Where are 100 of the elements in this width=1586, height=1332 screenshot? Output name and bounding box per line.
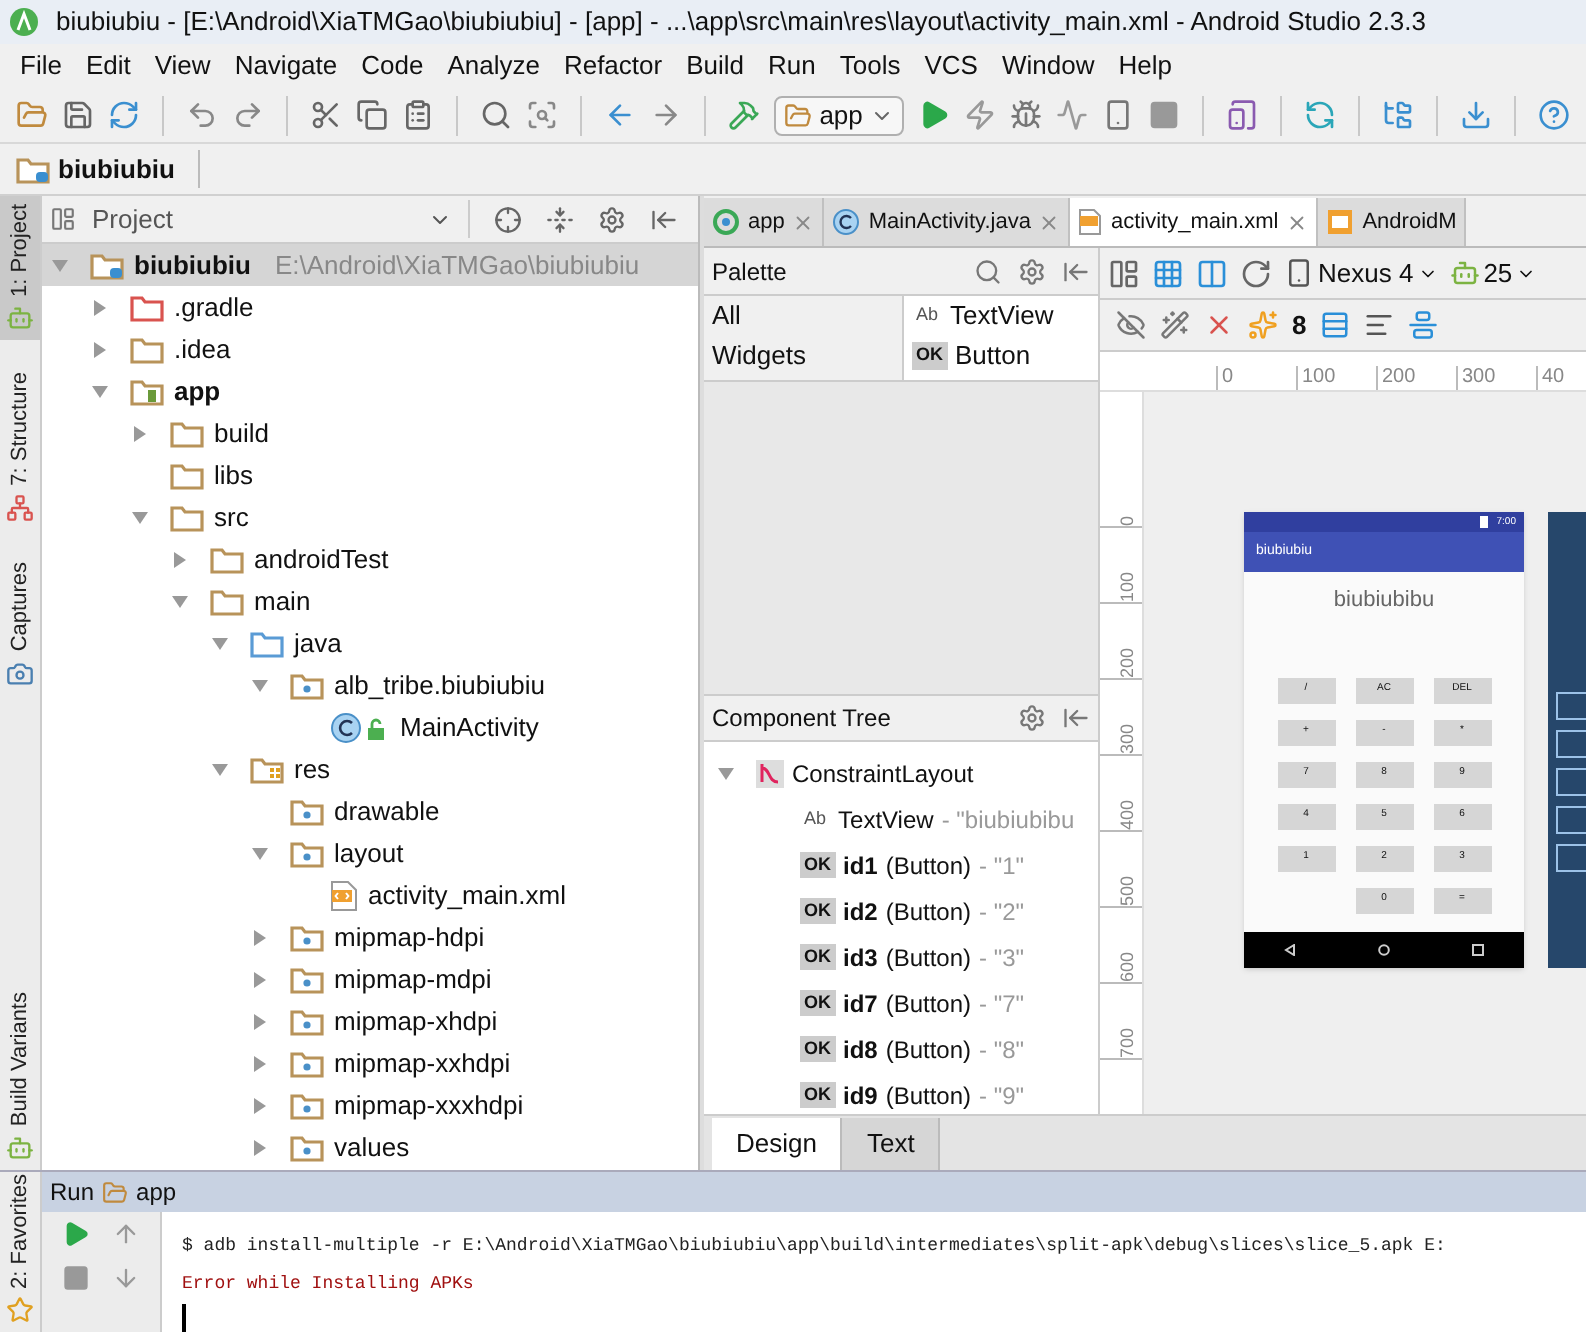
tree-item[interactable]: .idea xyxy=(42,328,698,370)
expand-arrow-icon[interactable] xyxy=(90,381,110,401)
tree-item[interactable]: mipmap-xxhdpi xyxy=(42,1042,698,1084)
device-dropdown[interactable]: Nexus 4 xyxy=(1284,253,1438,293)
editor-tab[interactable]: activity_main.xml xyxy=(1070,198,1319,246)
tree-item[interactable]: app xyxy=(42,370,698,412)
menu-item[interactable]: Navigate xyxy=(222,46,350,86)
tree-item[interactable]: mipmap-xxxhdpi xyxy=(42,1084,698,1126)
tree-item[interactable]: mipmap-mdpi xyxy=(42,958,698,1000)
tree-item[interactable]: Ab TextView - "biubiubibu xyxy=(704,796,1098,842)
close-icon[interactable] xyxy=(1286,211,1309,233)
editor-mode-tab[interactable]: Design xyxy=(712,1118,843,1170)
paste-icon[interactable] xyxy=(401,98,434,132)
expand-arrow-icon[interactable] xyxy=(210,759,230,779)
menu-item[interactable]: Edit xyxy=(73,46,143,86)
expand-arrow-icon[interactable] xyxy=(250,1011,270,1031)
breadcrumb-item[interactable]: biubiubiu xyxy=(16,149,201,189)
expand-arrow-icon[interactable] xyxy=(250,969,270,989)
tree-item[interactable]: main xyxy=(42,580,698,622)
tree-item[interactable]: OK id8 (Button) - "8" xyxy=(704,1026,1098,1072)
palette-item[interactable]: TextView xyxy=(950,296,1054,336)
sync-icon[interactable] xyxy=(108,98,140,132)
tree-item[interactable]: java xyxy=(42,622,698,664)
save-icon[interactable] xyxy=(62,98,94,132)
tool-window-tab[interactable]: Captures xyxy=(0,554,40,696)
menu-item[interactable]: Run xyxy=(756,46,828,86)
tree-item[interactable]: OK id9 (Button) - "9" xyxy=(704,1072,1098,1114)
hide-panel-icon[interactable] xyxy=(650,205,678,233)
run-config-dropdown[interactable]: app xyxy=(773,95,905,135)
settings-icon[interactable] xyxy=(598,205,626,233)
expand-arrow-icon[interactable] xyxy=(170,591,190,611)
tree-item[interactable]: OK id2 (Button) - "2" xyxy=(704,888,1098,934)
expand-arrow-icon[interactable] xyxy=(50,255,70,275)
menu-item[interactable]: File xyxy=(8,46,74,86)
search-icon[interactable] xyxy=(479,98,512,132)
device-icon[interactable] xyxy=(1102,98,1135,132)
menu-item[interactable]: Help xyxy=(1106,46,1184,86)
search-icon[interactable] xyxy=(974,257,1002,285)
expand-arrow-icon[interactable] xyxy=(130,507,150,527)
eye-off-icon[interactable] xyxy=(1116,310,1146,340)
run-icon[interactable] xyxy=(918,98,951,132)
tool-window-tab[interactable]: 7: Structure xyxy=(0,364,40,531)
menu-item[interactable]: Refactor xyxy=(551,46,675,86)
palette-item[interactable]: Button xyxy=(955,336,1031,376)
cut-icon[interactable] xyxy=(309,98,342,132)
tree-item[interactable]: build xyxy=(42,412,698,454)
tree-item[interactable]: layout xyxy=(42,832,698,874)
tree-item[interactable]: activity_main.xml xyxy=(42,874,698,916)
tree-item[interactable]: mipmap-xhdpi xyxy=(42,1000,698,1042)
tool-window-tab[interactable]: 1: Project xyxy=(0,196,40,341)
help-icon[interactable] xyxy=(1538,98,1571,132)
tree-item[interactable]: OK id7 (Button) - "7" xyxy=(704,980,1098,1026)
editor-tab[interactable]: AndroidM xyxy=(1318,198,1467,246)
editor-tab[interactable]: MainActivity.java xyxy=(824,198,1071,246)
tree-item[interactable]: drawable xyxy=(42,790,698,832)
menu-item[interactable]: Window xyxy=(989,46,1107,86)
close-icon[interactable] xyxy=(1038,211,1061,233)
back-icon[interactable] xyxy=(603,98,636,132)
palette-category[interactable]: All xyxy=(704,296,902,336)
tree-item[interactable]: src xyxy=(42,496,698,538)
sparkle-icon[interactable] xyxy=(1248,310,1278,340)
tree-item[interactable]: androidTest xyxy=(42,538,698,580)
expand-arrow-icon[interactable] xyxy=(90,297,110,317)
menu-item[interactable]: View xyxy=(142,46,223,86)
forward-icon[interactable] xyxy=(649,98,682,132)
copy-icon[interactable] xyxy=(355,98,388,132)
tree-item[interactable]: alb_tribe.biubiubiu xyxy=(42,664,698,706)
menu-item[interactable]: Code xyxy=(349,46,436,86)
view-selector[interactable]: Project xyxy=(50,199,470,239)
menu-item[interactable]: Analyze xyxy=(435,46,552,86)
menu-item[interactable]: Tools xyxy=(827,46,913,86)
magic-wand-icon[interactable] xyxy=(1160,310,1190,340)
tree-item[interactable]: MainActivity xyxy=(42,706,698,748)
up-arrow-icon[interactable] xyxy=(112,1220,141,1248)
menu-item[interactable]: Build xyxy=(674,46,757,86)
expand-arrow-icon[interactable] xyxy=(716,763,736,783)
hammer-icon[interactable] xyxy=(727,98,760,132)
lightning-icon[interactable] xyxy=(964,98,997,132)
folder-open-icon[interactable] xyxy=(16,98,48,132)
tree-item[interactable]: .gradle xyxy=(42,286,698,328)
stop-icon[interactable] xyxy=(1148,98,1181,132)
settings-icon[interactable] xyxy=(1018,704,1046,732)
expand-arrow-icon[interactable] xyxy=(250,1095,270,1115)
locate-icon[interactable] xyxy=(494,205,522,233)
tree-item[interactable]: mipmap-hdpi xyxy=(42,916,698,958)
editor-tab[interactable]: app xyxy=(704,198,825,246)
expand-arrow-icon[interactable] xyxy=(90,339,110,359)
palette-category[interactable]: Widgets xyxy=(704,336,902,376)
tree-item[interactable]: libs xyxy=(42,454,698,496)
api-dropdown[interactable]: 25 xyxy=(1449,253,1537,293)
expand-arrow-icon[interactable] xyxy=(250,675,270,695)
down-arrow-icon[interactable] xyxy=(112,1264,141,1292)
hide-panel-icon[interactable] xyxy=(1062,257,1090,285)
expand-arrow-icon[interactable] xyxy=(170,549,190,569)
tool-window-tab[interactable]: Build Variants xyxy=(0,983,40,1170)
tree-item[interactable]: OK id3 (Button) - "3" xyxy=(704,934,1098,980)
expand-arrow-icon[interactable] xyxy=(250,1137,270,1157)
tree-item[interactable]: biubiubiu E:\Android\XiaTMGao\biubiubiu xyxy=(42,244,698,286)
tool-window-tab[interactable]: 2: Favorites xyxy=(0,1165,40,1332)
close-icon[interactable] xyxy=(792,211,815,233)
